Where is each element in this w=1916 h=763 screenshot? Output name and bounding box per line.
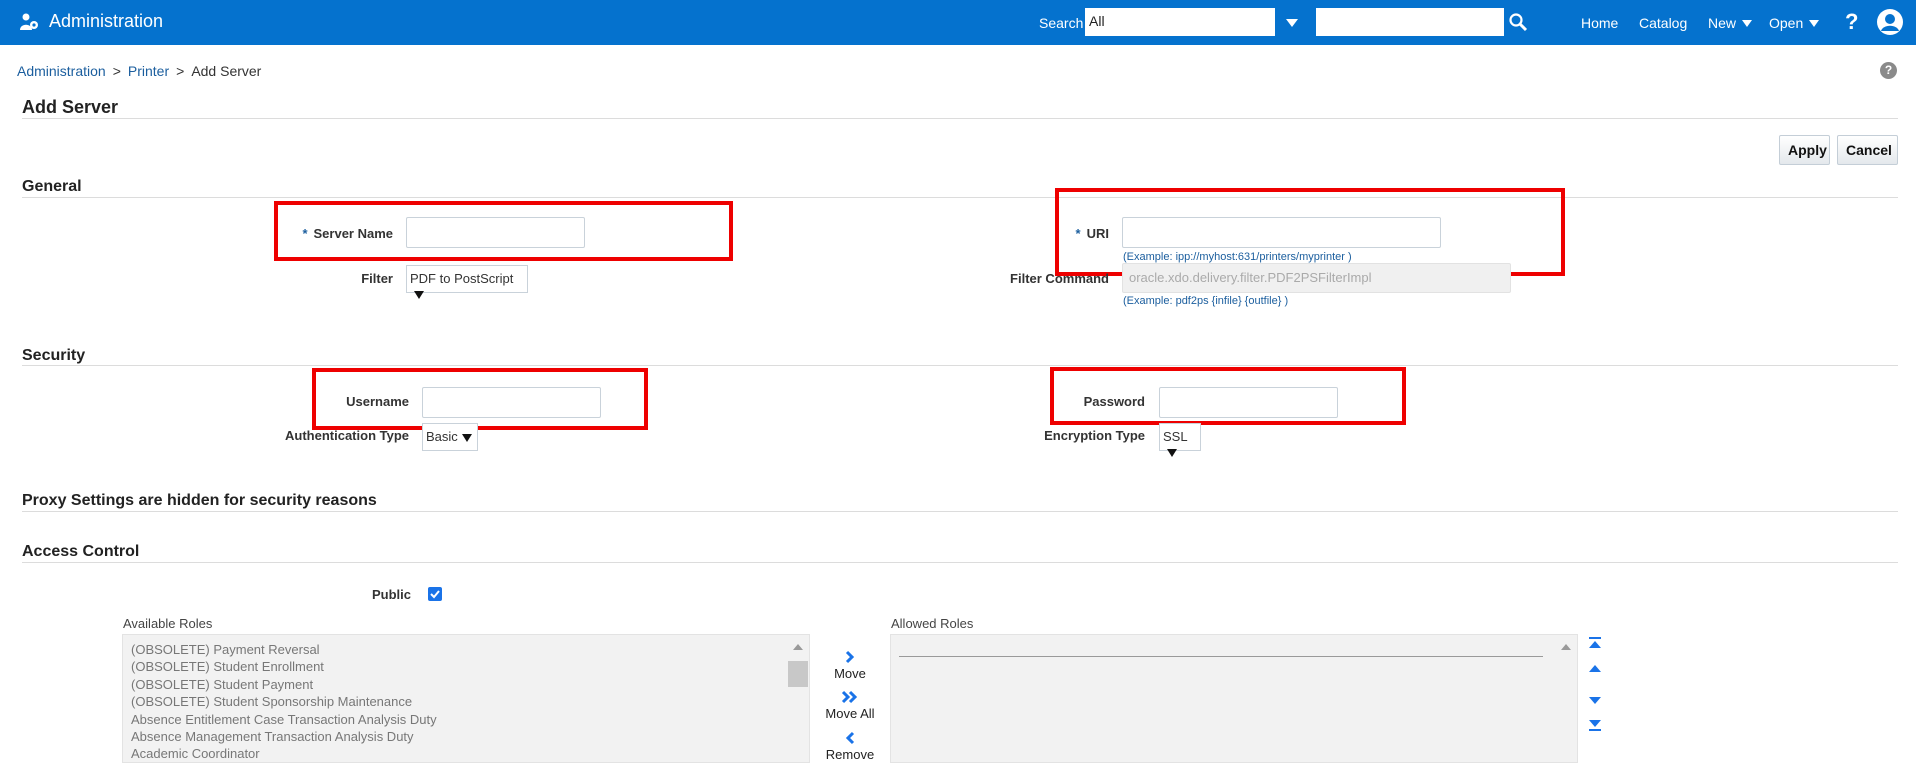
breadcrumb-separator: > [176, 63, 185, 79]
chevron-right-icon [845, 650, 855, 664]
top-header-bar: Administration Search All Home Catalog N… [0, 0, 1916, 45]
section-general-title: General [22, 178, 82, 195]
scroll-up-icon[interactable] [1561, 644, 1571, 650]
allowed-roles-list[interactable] [890, 634, 1578, 763]
nav-home[interactable]: Home [1581, 15, 1618, 31]
divider [22, 118, 1898, 119]
move-all-button[interactable]: Move All [815, 690, 885, 721]
section-access-control-title: Access Control [22, 543, 140, 560]
filter-label: Filter [361, 271, 393, 286]
remove-button-label: Remove [825, 747, 875, 762]
search-icon[interactable] [1508, 12, 1528, 32]
breadcrumb: Administration > Printer > Add Server [17, 63, 261, 79]
list-item[interactable]: (OBSOLETE) Student Payment [131, 677, 313, 692]
search-scope-select[interactable]: All [1085, 8, 1275, 36]
page-title: Add Server [22, 97, 119, 117]
public-checkbox[interactable] [428, 587, 442, 601]
filter-select-value: PDF to PostScript [410, 271, 514, 286]
divider [22, 511, 1898, 512]
move-up-icon[interactable] [1587, 661, 1603, 675]
highlight-box [312, 368, 648, 430]
move-button-label: Move [834, 666, 866, 681]
list-divider [899, 656, 1543, 657]
move-to-bottom-icon[interactable] [1587, 718, 1603, 732]
admin-icon [20, 13, 38, 30]
app-title: Administration [49, 11, 164, 31]
list-item[interactable]: Absence Management Transaction Analysis … [131, 729, 414, 744]
move-button[interactable]: Move [815, 650, 885, 681]
encryption-type-label: Encryption Type [1044, 428, 1145, 443]
search-input[interactable] [1316, 8, 1504, 36]
filter-select[interactable]: PDF to PostScript [406, 265, 528, 299]
question-circle-icon[interactable]: ? [1880, 62, 1897, 79]
encryption-type-value: SSL [1163, 429, 1188, 444]
authentication-type-select[interactable]: Basic [422, 423, 478, 451]
nav-open-label: Open [1769, 15, 1804, 31]
breadcrumb-separator: > [112, 63, 121, 79]
scroll-up-icon[interactable] [793, 644, 803, 650]
nav-open[interactable]: Open [1769, 15, 1820, 31]
caret-down-icon [461, 434, 472, 442]
list-item[interactable]: (OBSOLETE) Student Enrollment [131, 659, 324, 674]
caret-down-icon [1167, 449, 1177, 457]
caret-down-icon [414, 291, 424, 299]
divider [22, 365, 1898, 366]
proxy-settings-notice: Proxy Settings are hidden for security r… [22, 492, 377, 509]
section-security-title: Security [22, 347, 86, 364]
authentication-type-value: Basic [426, 429, 458, 444]
checkmark-icon [430, 590, 440, 599]
filter-command-input: oracle.xdo.delivery.filter.PDF2PSFilterI… [1122, 263, 1511, 293]
double-chevron-right-icon [841, 690, 858, 704]
highlight-box [274, 201, 733, 261]
search-label: Search [1039, 15, 1084, 31]
divider [22, 562, 1898, 563]
scrollbar-thumb[interactable] [788, 661, 808, 687]
move-down-icon[interactable] [1587, 694, 1603, 708]
apply-button[interactable]: Apply [1779, 135, 1830, 165]
remove-button[interactable]: Remove [815, 731, 885, 762]
list-item[interactable]: Absence Entitlement Case Transaction Ana… [131, 712, 437, 727]
available-roles-label: Available Roles [123, 616, 213, 631]
breadcrumb-current: Add Server [191, 63, 262, 79]
cancel-button[interactable]: Cancel [1837, 135, 1898, 165]
nav-catalog[interactable]: Catalog [1639, 15, 1687, 31]
caret-down-icon [1742, 20, 1753, 27]
divider [22, 197, 1898, 198]
caret-down-icon [1809, 20, 1820, 27]
list-item[interactable]: Academic Coordinator [131, 746, 260, 761]
move-all-button-label: Move All [825, 706, 875, 721]
public-label: Public [371, 587, 411, 602]
move-to-top-icon[interactable] [1587, 636, 1603, 650]
filter-command-hint: (Example: pdf2ps {infile} {outfile} ) [1123, 295, 1289, 307]
chevron-down-icon[interactable] [1283, 10, 1301, 34]
breadcrumb-administration[interactable]: Administration [17, 63, 106, 79]
highlight-box [1050, 367, 1406, 425]
available-roles-list[interactable]: (OBSOLETE) Payment Reversal (OBSOLETE) S… [122, 634, 810, 763]
nav-new-label: New [1708, 15, 1737, 31]
chevron-left-icon [845, 731, 855, 745]
filter-command-label: Filter Command [1010, 271, 1109, 286]
breadcrumb-printer[interactable]: Printer [128, 63, 169, 79]
list-item[interactable]: (OBSOLETE) Student Sponsorship Maintenan… [131, 694, 412, 709]
list-item[interactable]: (OBSOLETE) Payment Reversal [131, 642, 320, 657]
help-icon[interactable]: ? [1845, 9, 1858, 35]
nav-new[interactable]: New [1708, 15, 1753, 31]
user-avatar-icon[interactable] [1876, 8, 1904, 36]
allowed-roles-label: Allowed Roles [891, 616, 974, 631]
authentication-type-label: Authentication Type [285, 428, 409, 443]
encryption-type-select[interactable]: SSL [1159, 423, 1201, 457]
